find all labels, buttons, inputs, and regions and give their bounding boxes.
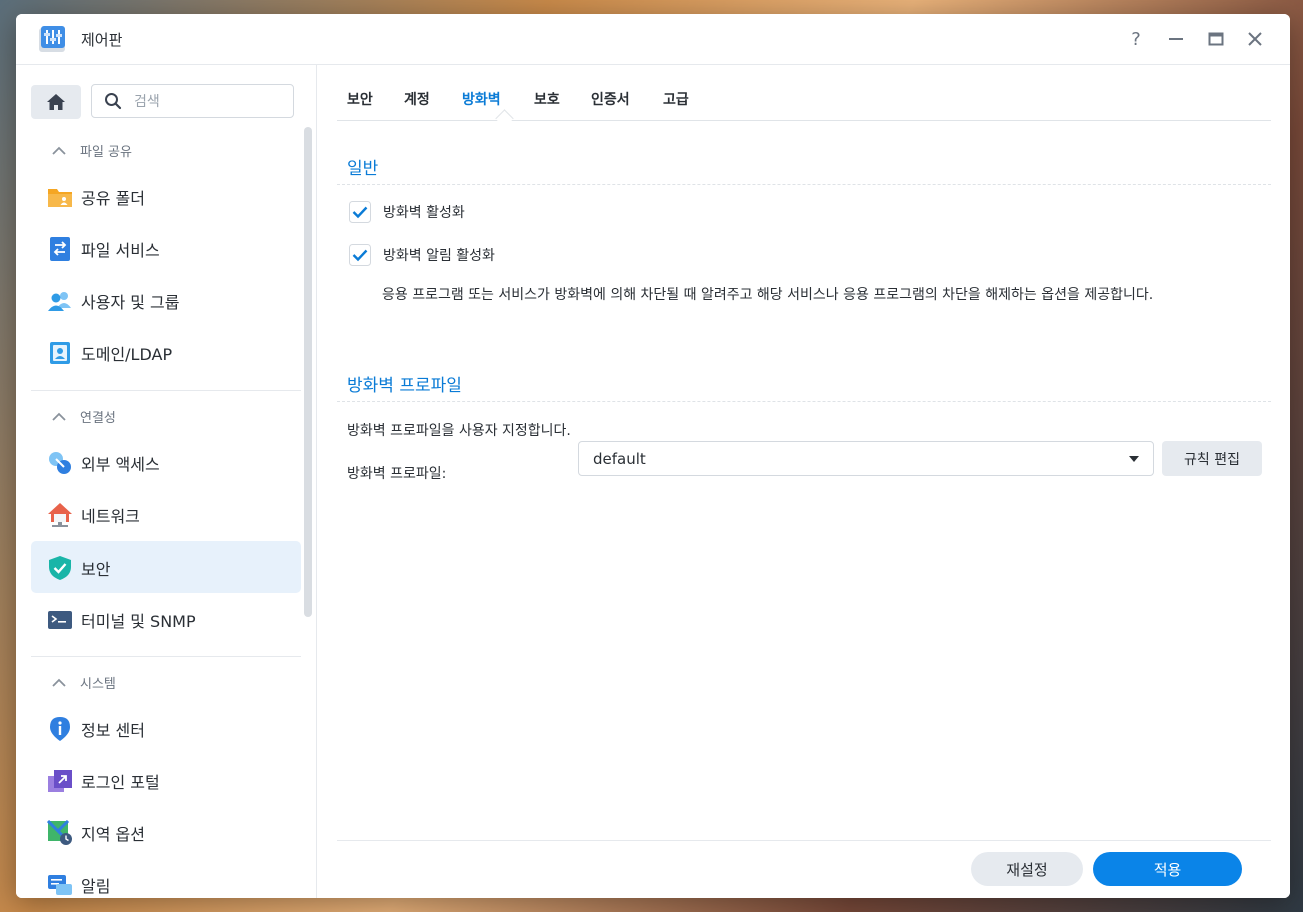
help-icon: ? <box>1131 28 1141 50</box>
search-icon <box>105 93 122 110</box>
sidebar: 파일 공유 공유 폴더 파일 서비스 사용자 및 그룹 <box>16 65 317 898</box>
section-file-sharing[interactable]: 파일 공유 <box>52 141 132 160</box>
edit-rules-button[interactable]: 규칙 편집 <box>1162 441 1262 476</box>
sidebar-item-terminal-snmp[interactable]: 터미널 및 SNMP <box>31 593 301 645</box>
sidebar-item-label: 터미널 및 SNMP <box>81 612 196 631</box>
sidebar-item-label: 지역 옵션 <box>81 825 145 844</box>
chevron-up-icon <box>52 412 66 421</box>
section-divider <box>31 656 301 657</box>
network-icon <box>48 503 72 527</box>
section-connectivity[interactable]: 연결성 <box>52 407 116 426</box>
sidebar-item-label: 공유 폴더 <box>81 189 145 208</box>
minimize-button[interactable] <box>1163 26 1189 52</box>
notification-description: 응용 프로그램 또는 서비스가 방화벽에 의해 차단될 때 알려주고 해당 서비… <box>382 287 1154 303</box>
sidebar-item-user-group[interactable]: 사용자 및 그룹 <box>31 274 301 326</box>
info-center-icon <box>50 717 70 741</box>
section-label: 연결성 <box>80 411 116 426</box>
tab-account[interactable]: 계정 <box>404 89 430 109</box>
sidebar-item-label: 정보 센터 <box>81 721 145 740</box>
checkmark-icon <box>349 244 371 266</box>
sidebar-item-notification[interactable]: 알림 <box>31 858 301 898</box>
active-tab-indicator <box>495 109 514 128</box>
enable-firewall-checkbox[interactable]: 방화벽 활성화 <box>349 201 465 223</box>
sidebar-item-label: 네트워크 <box>81 507 140 526</box>
sidebar-item-label: 외부 액세스 <box>81 455 160 474</box>
search-box[interactable] <box>91 84 294 118</box>
sidebar-item-label: 로그인 포털 <box>81 773 160 792</box>
file-services-icon <box>50 237 70 261</box>
close-icon <box>1248 32 1262 46</box>
sidebar-item-regional-options[interactable]: 지역 옵션 <box>31 806 301 858</box>
help-button[interactable]: ? <box>1123 26 1149 52</box>
user-group-icon <box>48 292 71 311</box>
tab-certificate[interactable]: 인증서 <box>591 89 630 109</box>
terminal-icon <box>48 611 72 629</box>
sidebar-item-security[interactable]: 보안 <box>31 541 301 593</box>
dropdown-caret-icon <box>1129 456 1139 462</box>
notification-icon <box>48 875 72 895</box>
firewall-profile-dropdown[interactable]: default <box>578 441 1154 476</box>
sidebar-item-label: 도메인/LDAP <box>81 345 173 364</box>
sidebar-item-info-center[interactable]: 정보 센터 <box>31 702 301 754</box>
chevron-up-icon <box>52 146 66 155</box>
sidebar-item-login-portal[interactable]: 로그인 포털 <box>31 754 301 806</box>
footer-divider <box>337 840 1271 841</box>
external-access-icon <box>49 452 71 474</box>
section-label: 파일 공유 <box>80 145 132 160</box>
sidebar-item-domain-ldap[interactable]: 도메인/LDAP <box>31 326 301 378</box>
control-panel-window: 제어판 ? 파일 공유 <box>16 14 1290 898</box>
sidebar-item-label: 보안 <box>81 560 111 579</box>
sidebar-item-shared-folder[interactable]: 공유 폴더 <box>31 170 301 222</box>
window-title: 제어판 <box>81 31 123 49</box>
dropdown-value: default <box>593 450 646 468</box>
section-label: 시스템 <box>80 677 116 692</box>
profile-section-title: 방화벽 프로파일 <box>347 376 462 396</box>
enable-firewall-notifications-checkbox[interactable]: 방화벽 알림 활성화 <box>349 244 495 266</box>
section-system[interactable]: 시스템 <box>52 673 116 692</box>
profile-description: 방화벽 프로파일을 사용자 지정합니다. <box>347 423 571 439</box>
maximize-button[interactable] <box>1203 26 1229 52</box>
profile-field-label: 방화벽 프로파일: <box>347 466 447 482</box>
content-panel: 보안 계정 방화벽 보호 인증서 고급 일반 방화벽 활성화 방화벽 알림 활성… <box>317 65 1290 898</box>
control-panel-app-icon <box>39 26 65 52</box>
checkbox-label: 방화벽 활성화 <box>383 205 465 221</box>
tab-security[interactable]: 보안 <box>347 89 373 109</box>
apply-button[interactable]: 적용 <box>1093 852 1242 886</box>
checkbox-label: 방화벽 알림 활성화 <box>383 248 495 264</box>
sidebar-scrollbar[interactable] <box>304 127 312 617</box>
title-bar: 제어판 ? <box>16 14 1290 65</box>
sidebar-item-label: 사용자 및 그룹 <box>81 293 180 312</box>
sidebar-item-label: 알림 <box>81 877 111 896</box>
sidebar-item-label: 파일 서비스 <box>81 241 160 260</box>
section-divider <box>31 390 301 391</box>
sidebar-item-network[interactable]: 네트워크 <box>31 488 301 540</box>
chevron-up-icon <box>52 678 66 687</box>
regional-options-icon <box>47 820 72 845</box>
domain-ldap-icon <box>50 342 70 364</box>
minimize-icon <box>1169 38 1183 40</box>
section-separator <box>337 184 1271 185</box>
section-separator <box>337 401 1271 402</box>
search-input[interactable] <box>132 91 286 113</box>
sidebar-item-external-access[interactable]: 외부 액세스 <box>31 436 301 488</box>
shared-folder-icon <box>48 189 72 207</box>
tab-advanced[interactable]: 고급 <box>663 89 689 109</box>
tab-firewall[interactable]: 방화벽 <box>462 89 501 109</box>
home-button[interactable] <box>31 85 81 119</box>
close-button[interactable] <box>1242 26 1268 52</box>
security-icon <box>49 556 71 580</box>
tab-protection[interactable]: 보호 <box>534 89 560 109</box>
tab-bar: 보안 계정 방화벽 보호 인증서 고급 <box>337 65 1271 128</box>
reset-button[interactable]: 재설정 <box>971 852 1083 886</box>
home-icon <box>47 94 65 110</box>
maximize-icon <box>1208 32 1224 46</box>
login-portal-icon <box>48 770 72 792</box>
general-section-title: 일반 <box>347 159 379 179</box>
sidebar-item-file-services[interactable]: 파일 서비스 <box>31 222 301 274</box>
checkmark-icon <box>349 201 371 223</box>
